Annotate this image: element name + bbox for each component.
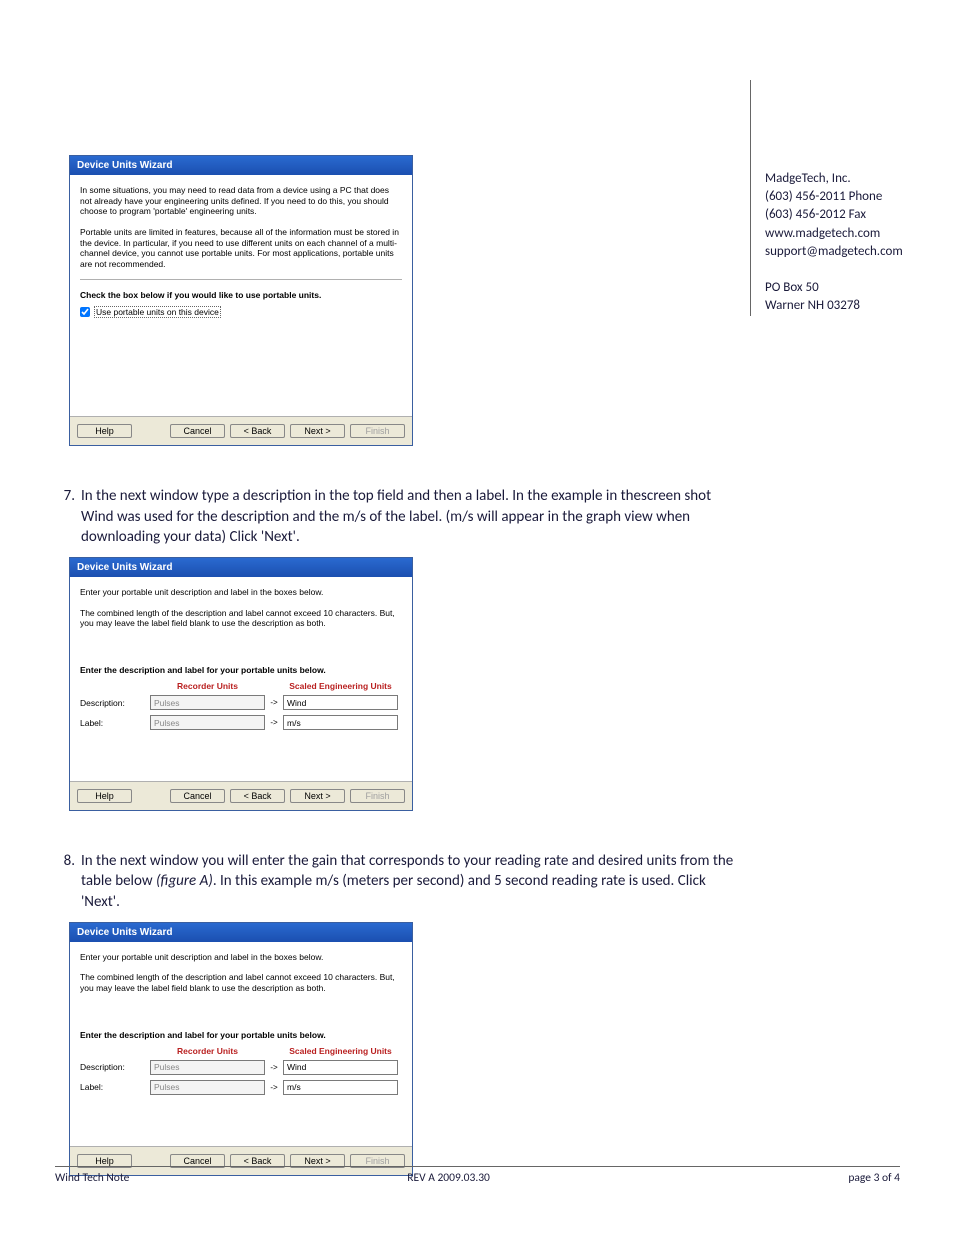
wizard-footer: Help Cancel < Back Next > Finish bbox=[70, 781, 412, 810]
scaled-label-input[interactable] bbox=[283, 1080, 398, 1095]
figure-ref: (figure A) bbox=[156, 872, 213, 890]
help-button[interactable]: Help bbox=[77, 789, 132, 803]
label-label: Label: bbox=[80, 1082, 150, 1092]
recorder-label-input bbox=[150, 715, 265, 730]
wizard-2: Device Units Wizard Enter your portable … bbox=[69, 557, 413, 811]
company-fax: (603) 456-2012 Fax bbox=[765, 206, 930, 224]
wizard-title: Device Units Wizard bbox=[70, 558, 412, 577]
col-recorder: Recorder Units bbox=[150, 1046, 265, 1056]
recorder-label-input bbox=[150, 1080, 265, 1095]
recorder-description-input bbox=[150, 695, 265, 710]
wizard-1: Device Units Wizard In some situations, … bbox=[69, 155, 413, 446]
help-button[interactable]: Help bbox=[77, 424, 132, 438]
wizard-body: In some situations, you may need to read… bbox=[70, 175, 412, 416]
step-text: In the next window type a description in… bbox=[81, 486, 745, 547]
wizard-title: Device Units Wizard bbox=[70, 156, 412, 175]
scaled-description-input[interactable] bbox=[283, 1060, 398, 1075]
column-headers: Recorder Units Scaled Engineering Units bbox=[80, 681, 402, 691]
company-web: www.madgetech.com bbox=[765, 225, 930, 243]
col-scaled: Scaled Engineering Units bbox=[283, 1046, 398, 1056]
arrow-icon: -> bbox=[265, 718, 283, 727]
company-addr2: Warner NH 03278 bbox=[765, 297, 930, 315]
col-scaled: Scaled Engineering Units bbox=[283, 681, 398, 691]
wizard-prompt: Enter the description and label for your… bbox=[80, 665, 402, 675]
description-row: Description: -> bbox=[80, 1060, 402, 1075]
arrow-icon: -> bbox=[265, 1083, 283, 1092]
next-button[interactable]: Next > bbox=[290, 424, 345, 438]
wizard-3: Device Units Wizard Enter your portable … bbox=[69, 922, 413, 1176]
col-recorder: Recorder Units bbox=[150, 681, 265, 691]
step-number: 8. bbox=[55, 851, 81, 912]
finish-button: Finish bbox=[350, 789, 405, 803]
cancel-button[interactable]: Cancel bbox=[170, 424, 225, 438]
company-name: MadgeTech, Inc. bbox=[765, 170, 930, 188]
wizard-body: Enter your portable unit description and… bbox=[70, 942, 412, 1146]
label-label: Label: bbox=[80, 718, 150, 728]
footer-page: page 3 of 4 bbox=[848, 1171, 900, 1185]
step-7: 7. In the next window type a description… bbox=[55, 486, 745, 547]
wizard-text: Portable units are limited in features, … bbox=[80, 227, 402, 270]
back-button[interactable]: < Back bbox=[230, 424, 285, 438]
description-label: Description: bbox=[80, 698, 150, 708]
wizard-text: The combined length of the description a… bbox=[80, 608, 402, 629]
recorder-description-input bbox=[150, 1060, 265, 1075]
portable-units-label[interactable]: Use portable units on this device bbox=[94, 306, 221, 318]
wizard-text: Enter your portable unit description and… bbox=[80, 587, 402, 598]
scaled-description-input[interactable] bbox=[283, 695, 398, 710]
wizard-title: Device Units Wizard bbox=[70, 923, 412, 942]
document-footer: Wind Tech Note REV A 2009.03.30 page 3 o… bbox=[55, 1166, 900, 1185]
footer-left: Wind Tech Note bbox=[55, 1171, 129, 1185]
scaled-label-input[interactable] bbox=[283, 715, 398, 730]
portable-units-checkbox[interactable] bbox=[80, 307, 90, 317]
finish-button: Finish bbox=[350, 424, 405, 438]
step-number: 7. bbox=[55, 486, 81, 547]
company-phone: (603) 456-2011 Phone bbox=[765, 188, 930, 206]
cancel-button[interactable]: Cancel bbox=[170, 789, 225, 803]
label-row: Label: -> bbox=[80, 715, 402, 730]
wizard-footer: Help Cancel < Back Next > Finish bbox=[70, 416, 412, 445]
arrow-icon: -> bbox=[265, 698, 283, 707]
company-addr1: PO Box 50 bbox=[765, 279, 930, 297]
divider bbox=[80, 279, 402, 280]
description-label: Description: bbox=[80, 1062, 150, 1072]
wizard-prompt: Enter the description and label for your… bbox=[80, 1030, 402, 1040]
company-sidebar: MadgeTech, Inc. (603) 456-2011 Phone (60… bbox=[750, 80, 930, 316]
main-content: Device Units Wizard In some situations, … bbox=[55, 155, 745, 1176]
wizard-text: The combined length of the description a… bbox=[80, 972, 402, 993]
wizard-body: Enter your portable unit description and… bbox=[70, 577, 412, 781]
wizard-text: Enter your portable unit description and… bbox=[80, 952, 402, 963]
company-email: support@madgetech.com bbox=[765, 243, 930, 261]
wizard-prompt: Check the box below if you would like to… bbox=[80, 290, 402, 300]
next-button[interactable]: Next > bbox=[290, 789, 345, 803]
footer-revision: REV A 2009.03.30 bbox=[407, 1171, 490, 1185]
label-row: Label: -> bbox=[80, 1080, 402, 1095]
arrow-icon: -> bbox=[265, 1063, 283, 1072]
step-text: In the next window you will enter the ga… bbox=[81, 851, 745, 912]
wizard-text: In some situations, you may need to read… bbox=[80, 185, 402, 217]
description-row: Description: -> bbox=[80, 695, 402, 710]
back-button[interactable]: < Back bbox=[230, 789, 285, 803]
step-8: 8. In the next window you will enter the… bbox=[55, 851, 745, 912]
column-headers: Recorder Units Scaled Engineering Units bbox=[80, 1046, 402, 1056]
